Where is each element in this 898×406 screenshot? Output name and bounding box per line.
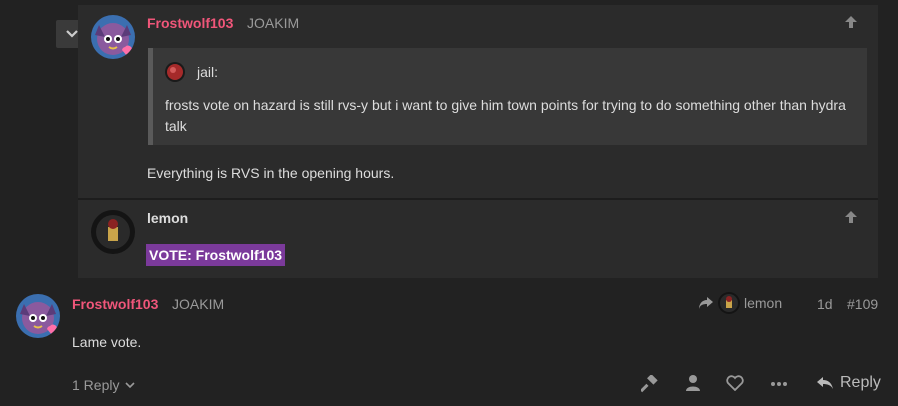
main-post: Frostwolf103 JOAKIM lemon 1d #109 Lame v…: [0, 278, 898, 406]
chevron-down-icon: [125, 382, 136, 389]
username[interactable]: lemon: [147, 210, 188, 226]
username[interactable]: Frostwolf103: [147, 15, 233, 31]
quote-author: jail:: [197, 64, 219, 80]
reply-button-label: Reply: [840, 374, 881, 391]
quote-text: frosts vote on hazard is still rvs-y but…: [165, 97, 846, 134]
embedded-replies: Frostwolf103 JOAKIM jail: frosts vote on…: [78, 5, 878, 278]
embedded-post: lemon VOTE: Frostwolf103: [78, 200, 878, 278]
embedded-post: Frostwolf103 JOAKIM jail: frosts vote on…: [78, 5, 878, 200]
arrow-up-icon[interactable]: [844, 210, 858, 224]
reply-icon: [817, 377, 833, 389]
reply-to-link[interactable]: lemon: [698, 292, 782, 314]
reply-to-username: lemon: [744, 295, 783, 311]
post-body: Everything is RVS in the opening hours.: [147, 165, 395, 181]
hammer-icon[interactable]: [641, 375, 659, 393]
quote-block: jail: frosts vote on hazard is still rvs…: [148, 48, 867, 145]
vote-highlight: VOTE: Frostwolf103: [146, 244, 286, 266]
avatar[interactable]: [16, 294, 60, 338]
arrow-up-icon[interactable]: [844, 15, 858, 29]
heart-icon[interactable]: [726, 375, 744, 391]
full-name[interactable]: JOAKIM: [247, 15, 299, 31]
chevron-down-icon: [66, 30, 78, 38]
reply-button[interactable]: Reply: [816, 374, 881, 392]
more-icon[interactable]: [770, 381, 788, 387]
share-arrow-icon: [699, 297, 713, 309]
username[interactable]: Frostwolf103: [72, 296, 158, 312]
reply-to-avatar: [718, 292, 740, 314]
show-replies-button[interactable]: 1 Reply: [72, 377, 136, 393]
avatar[interactable]: [91, 210, 135, 254]
replies-label: 1 Reply: [72, 377, 120, 393]
full-name[interactable]: JOAKIM: [172, 296, 224, 312]
post-body: Lame vote.: [72, 334, 142, 350]
post-age[interactable]: 1d: [817, 296, 833, 312]
user-icon[interactable]: [685, 374, 701, 392]
avatar[interactable]: [91, 15, 135, 59]
post-number[interactable]: #109: [847, 296, 878, 312]
quote-avatar: [165, 62, 185, 82]
